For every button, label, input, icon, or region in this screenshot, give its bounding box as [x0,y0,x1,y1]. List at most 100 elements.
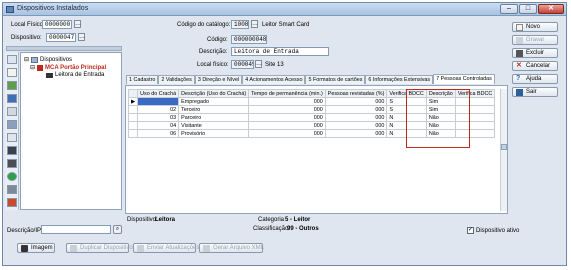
descricao-field[interactable]: Leitora de Entrada [231,47,329,56]
close-button[interactable]: ✕ [538,4,564,14]
tab-acionamentos[interactable]: 4 Acionamentos Acesso [242,75,306,84]
tab-direcao-nivel[interactable]: 3 Direção e Nível [194,75,243,84]
tab-cadastro[interactable]: 1 Cadastro [126,75,159,84]
local-fisico-form-lookup-button[interactable]: … [255,60,262,68]
uso-cracha-cell-selected[interactable] [137,97,180,106]
tempo-cell[interactable]: 000 [248,97,326,106]
col-descricao-uso[interactable]: Descrição (Uso do Crachá) [178,89,250,98]
duplicar-dispositivo-button[interactable]: Duplicar Dispositivo [66,243,133,253]
tempo-cell[interactable]: 000 [248,113,326,122]
codigo-label: Código: [207,37,228,43]
uso-cracha-cell[interactable]: 04 [137,121,180,130]
duplicar-label: Duplicar Dispositivo [80,245,133,251]
codigo-catalogo-field[interactable]: 1008 [231,20,249,29]
settings-icon[interactable] [7,107,17,116]
catalogo-lookup-button[interactable]: … [251,20,258,28]
tree-splitter[interactable] [6,46,122,51]
col-uso-cracha[interactable]: Uso do Crachá [137,89,180,98]
tempo-cell[interactable]: 000 [248,129,326,138]
search-icon[interactable]: ⌕ [113,225,122,234]
tab-validacoes[interactable]: 2 Validações [158,75,195,84]
novo-button[interactable]: Novo [512,22,558,32]
local-fisico-filter-field[interactable]: 0000000 [42,20,72,29]
icon-strip [5,52,19,210]
collapse-icon[interactable]: ⊟ [30,64,35,71]
network-icon[interactable] [7,94,17,103]
codigo-catalogo-label: Código do catálogo: [177,22,231,28]
descricao-cell[interactable]: Provisório [178,129,250,138]
gravar-button[interactable]: Gravar [512,35,558,45]
status-dispositivo-label: Dispositivo: [127,217,158,223]
uso-cracha-cell[interactable]: 03 [137,113,180,122]
gravar-label: Gravar [526,37,545,43]
local-fisico-form-label: Local físico: [197,62,229,68]
col-pessoas-revistadas[interactable]: Pessoas revistadas (%) [324,89,388,98]
enviar-atualizacoes-button[interactable]: Enviar Atualizações [133,243,199,253]
cancelar-button[interactable]: ✕ Cancelar [512,61,558,71]
maximize-button[interactable]: □ [519,4,537,14]
folder-icon [31,56,39,63]
cancel-icon: ✕ [516,62,522,69]
local-fisico-form-field[interactable]: 000049 [231,60,254,69]
tab-formatos[interactable]: 5 Formatos de cartões [305,75,366,84]
imagem-button[interactable]: Imagem [17,243,55,253]
collapse-icon[interactable]: ⊟ [24,56,29,63]
status-icon[interactable] [7,172,17,181]
local-fisico-lookup-button[interactable]: … [74,20,81,28]
uso-cracha-cell[interactable]: 02 [137,105,180,114]
row-pointer: ▶ [127,97,139,106]
imagem-label: Imagem [31,245,53,251]
codigo-field[interactable]: 000000048 [231,35,267,44]
scroll-thumb[interactable] [501,144,507,150]
vertical-scrollbar[interactable] [500,89,507,211]
uso-cracha-cell[interactable]: 06 [137,129,180,138]
descricao-cell[interactable]: Terceiro [178,105,250,114]
pessoas-cell[interactable]: 000 [324,121,388,130]
tab-pessoas-controladas[interactable]: 7 Pessoas Controladas [433,74,495,84]
classificacao-value: 99 - Outros [287,226,319,232]
tools-icon[interactable] [7,185,17,194]
dispositivo-ativo-checkbox[interactable]: ✓ [467,227,474,234]
pessoas-cell[interactable]: 000 [324,97,388,106]
tree-node-label: MCA Portão Principal [45,64,107,71]
local-fisico-nome: Site 13 [265,62,284,68]
row-pointer [127,129,139,138]
gerar-xml-button[interactable]: Gerar Arquivo XML [199,243,265,253]
tempo-cell[interactable]: 000 [248,105,326,114]
descricao-cell[interactable]: Parceiro [178,113,250,122]
descricao-cell[interactable]: Empregado [178,97,250,106]
col-tempo-permanencia[interactable]: Tempo de permanência (min.) [248,89,326,98]
tree-node[interactable]: ⊟ MCA Portão Principal [30,64,106,71]
excluir-label: Excluir [526,50,545,56]
camera-icon[interactable] [7,120,17,129]
search-input[interactable] [41,225,111,234]
pessoas-cell[interactable]: 000 [324,105,388,114]
map-icon[interactable] [7,81,17,90]
pessoas-cell[interactable]: 000 [324,129,388,138]
car-icon[interactable] [7,159,17,168]
ajuda-label: Ajuda [526,76,542,82]
tree-root[interactable]: ⊟ Dispositivos [24,56,72,63]
descricao-label: Descrição: [199,49,228,55]
descricao-cell[interactable]: Visitante [178,121,250,130]
ajuda-button[interactable]: ? Ajuda [512,74,558,84]
tab-bar: 1 Cadastro 2 Validações 3 Direção e Níve… [126,74,495,84]
status-dispositivo-value: Leitora [155,217,176,223]
excluir-button[interactable]: Excluir [512,48,558,58]
sair-button[interactable]: Sair [512,87,558,97]
tree-leaf[interactable]: Leitora de Entrada [46,72,104,78]
dispositivo-lookup-button[interactable]: … [78,33,85,41]
lock-icon[interactable] [7,133,17,142]
gerar-xml-label: Gerar Arquivo XML [213,245,265,251]
tempo-cell[interactable]: 000 [248,121,326,130]
devices-icon[interactable] [7,55,17,64]
minimize-button[interactable]: – [500,4,518,14]
printer-icon[interactable] [7,146,17,155]
dispositivo-filter-label: Dispositivo: [11,35,42,41]
dispositivo-filter-field[interactable]: 0000047 [46,33,76,42]
highlight-box [406,89,470,148]
pessoas-cell[interactable]: 000 [324,113,388,122]
document-icon[interactable] [7,68,17,77]
alert-icon[interactable] [7,198,17,207]
tab-informacoes[interactable]: 6 Informações Extensivas [365,75,434,84]
